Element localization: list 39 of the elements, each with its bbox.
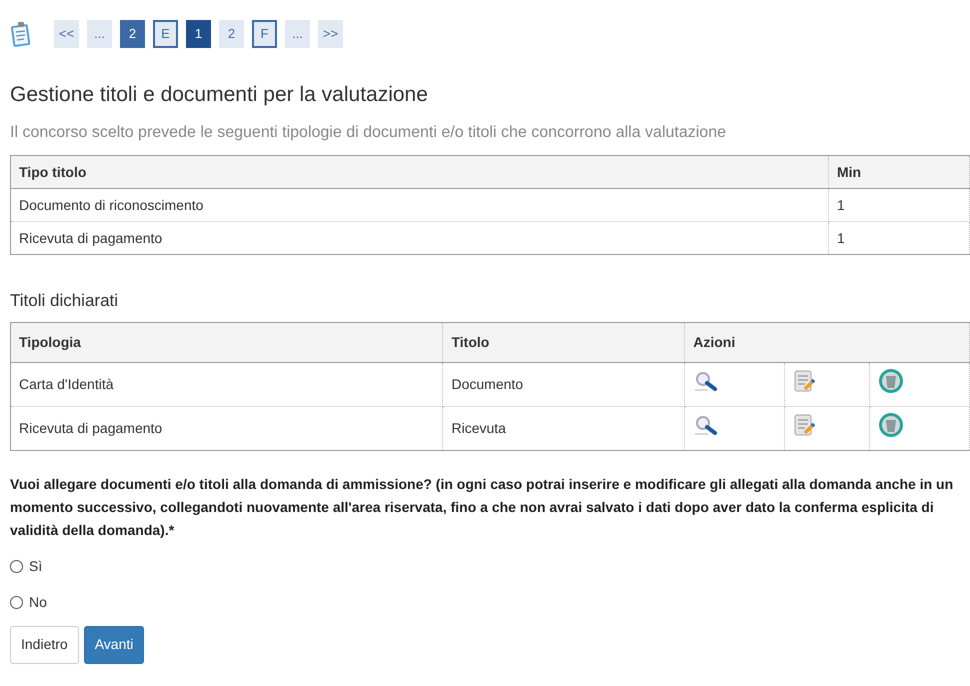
step-button[interactable]: E [153, 20, 178, 48]
column-header: Min [828, 156, 970, 189]
column-header: Tipo titolo [10, 156, 828, 189]
column-header: Azioni [684, 322, 970, 362]
table-cell: Ricevuta di pagamento [10, 222, 828, 255]
column-header: Tipologia [10, 322, 443, 362]
radio-button[interactable] [10, 596, 23, 610]
search-icon[interactable] [693, 414, 720, 436]
step-button[interactable]: >> [318, 20, 343, 48]
column-header: Titolo [442, 322, 685, 362]
table-cell: Carta d'Identità [10, 362, 443, 406]
edit-icon[interactable] [793, 413, 818, 438]
question-text: Vuoi allegare documenti e/o titoli alla domanda di ammissione? (in ogni caso potrai inserire e modificare gli allegati alla domanda anche in un momento successivo, collegandoti nuovamente all'area riservata, fino a che non avrai salvato i dati dopo aver dato la conferma esplicita di validità della domanda).* [10, 474, 954, 540]
trash-icon[interactable] [878, 368, 904, 394]
radio-label[interactable]: Sì [29, 556, 42, 578]
step-button[interactable]: << [54, 20, 79, 48]
section-title: Titoli dichiarati [10, 291, 120, 312]
table-cell: Documento [442, 362, 685, 406]
trash-icon[interactable] [878, 412, 904, 438]
table-cell: Documento di riconoscimento [10, 188, 828, 222]
clipboard-icon [10, 21, 32, 47]
page-title: Gestione titoli e documenti per la valutazione [10, 82, 429, 108]
edit-icon[interactable] [793, 369, 818, 394]
table-cell: Ricevuta di pagamento [10, 406, 443, 450]
step-button[interactable]: 2 [120, 20, 145, 48]
table-cell: 1 [828, 222, 970, 255]
page-description: Il concorso scelto prevede le seguenti tipologie di documenti e/o titoli che concorrono alla valutazione [10, 123, 727, 144]
step-button[interactable]: ... [285, 20, 310, 48]
radio-label[interactable]: No [29, 592, 47, 614]
radio-button[interactable] [10, 560, 23, 574]
next-button[interactable]: Avanti [84, 626, 144, 664]
search-icon[interactable] [693, 370, 720, 392]
step-button[interactable]: ... [87, 20, 112, 48]
table-cell: 1 [828, 188, 970, 222]
step-button[interactable]: 1 [186, 20, 211, 48]
step-button[interactable]: 2 [219, 20, 244, 48]
back-button[interactable]: Indietro [10, 626, 79, 664]
table-cell: Ricevuta [442, 406, 685, 450]
step-button[interactable]: F [252, 20, 277, 48]
